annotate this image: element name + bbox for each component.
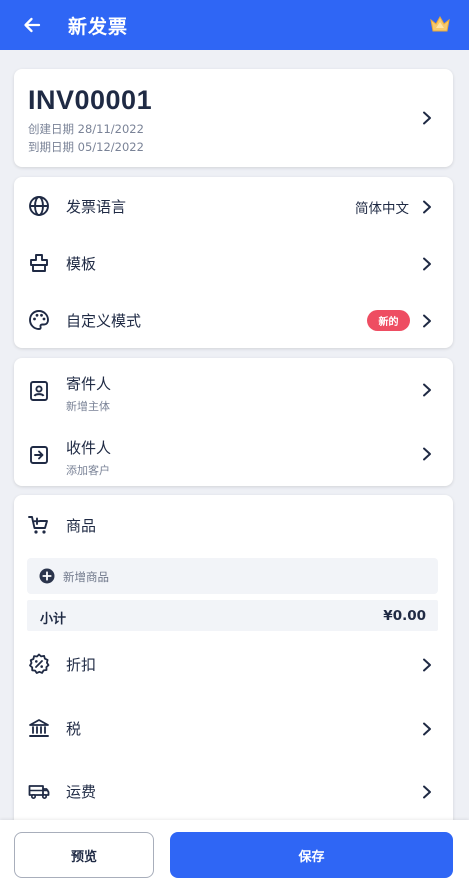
page-title: 新发票 — [68, 15, 129, 38]
created-date: 创建日期 28/11/2022 — [28, 122, 144, 136]
parties-card: 寄件人 新增主体 收件人 添加客户 — [14, 358, 453, 486]
invoice-settings-card: 发票语言 简体中文 模板 自定义模式 新的 — [14, 177, 453, 348]
new-badge: 新的 — [367, 310, 410, 331]
tax-row[interactable]: 税 — [14, 699, 453, 757]
chevron-right-icon — [423, 200, 431, 214]
plus-circle-icon — [39, 568, 55, 584]
due-date: 到期日期 05/12/2022 — [28, 140, 144, 154]
sender-sub: 新增主体 — [66, 400, 110, 413]
custom-style-label: 自定义模式 — [66, 312, 142, 330]
discount-row[interactable]: 折扣 — [14, 635, 453, 693]
invoice-language-value: 简体中文 — [355, 201, 409, 217]
discount-label: 折扣 — [66, 656, 97, 674]
chevron-right-icon — [423, 257, 431, 271]
invoice-info-card[interactable]: INV00001 创建日期 28/11/2022 到期日期 05/12/2022 — [14, 69, 453, 167]
recipient-label: 收件人 — [66, 439, 112, 457]
recipient-sub: 添加客户 — [66, 464, 110, 477]
contact-card-icon — [30, 381, 48, 401]
template-icon — [30, 254, 48, 272]
invoice-language-row[interactable]: 发票语言 简体中文 — [14, 177, 453, 235]
back-button[interactable] — [18, 11, 46, 39]
chevron-right-icon — [423, 383, 431, 397]
preview-button[interactable]: 预览 — [14, 832, 154, 878]
subtotal-value: ¥0.00 — [383, 608, 426, 624]
template-row[interactable]: 模板 — [14, 234, 453, 292]
subtotal-label: 小计 — [40, 612, 67, 627]
shipping-label: 运费 — [66, 783, 97, 801]
custom-style-row[interactable]: 自定义模式 新的 — [14, 291, 453, 349]
chevron-right-icon — [423, 785, 431, 799]
items-card: 商品 新增商品 小计 ¥0.00 折扣 税 运费 — [14, 495, 453, 835]
subtotal-row: 小计 ¥0.00 — [27, 600, 438, 631]
tax-label: 税 — [66, 720, 82, 738]
items-title: 商品 — [66, 517, 97, 535]
sender-row[interactable]: 寄件人 新增主体 — [14, 360, 453, 422]
globe-icon — [29, 196, 49, 216]
palette-icon — [29, 310, 49, 330]
template-label: 模板 — [66, 255, 97, 273]
crown-icon[interactable] — [429, 13, 451, 35]
save-button[interactable]: 保存 — [170, 832, 453, 878]
chevron-right-icon — [423, 447, 431, 461]
add-item-label: 新增商品 — [63, 570, 109, 584]
invoice-language-label: 发票语言 — [66, 198, 127, 216]
items-header: 商品 — [14, 496, 453, 554]
chevron-right-icon — [423, 722, 431, 736]
sender-label: 寄件人 — [66, 375, 112, 393]
chevron-right-icon — [423, 314, 431, 328]
app-bar: 新发票 — [0, 0, 469, 50]
chevron-right-icon — [423, 111, 431, 125]
discount-badge-icon — [29, 653, 50, 674]
cart-plus-icon — [28, 516, 48, 534]
invoice-number: INV00001 — [28, 85, 153, 115]
back-arrow-icon — [24, 17, 41, 33]
login-arrow-icon — [30, 446, 48, 464]
bank-icon — [29, 719, 49, 737]
bottom-action-bar: 预览 保存 — [0, 820, 469, 881]
recipient-row[interactable]: 收件人 添加客户 — [14, 424, 453, 486]
shipping-row[interactable]: 运费 — [14, 762, 453, 820]
truck-icon — [28, 785, 50, 800]
add-item-button[interactable]: 新增商品 — [27, 558, 438, 594]
chevron-right-icon — [423, 658, 431, 672]
